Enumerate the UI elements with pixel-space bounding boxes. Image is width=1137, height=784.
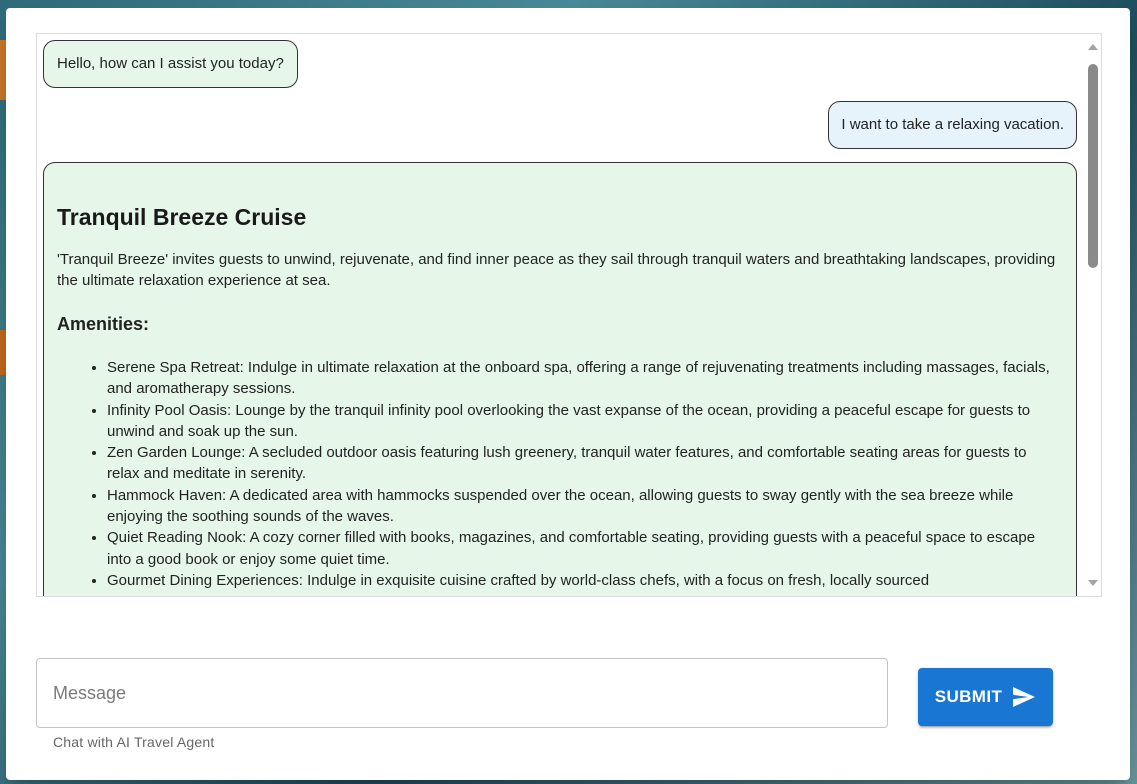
amenity-item: Zen Garden Lounge: A secluded outdoor oa… bbox=[107, 442, 1063, 485]
message-helper-text: Chat with AI Travel Agent bbox=[53, 734, 215, 750]
scroll-down-arrow-icon[interactable] bbox=[1088, 580, 1098, 586]
scroll-up-arrow-icon[interactable] bbox=[1088, 44, 1098, 50]
submit-button[interactable]: SUBMIT bbox=[918, 668, 1053, 726]
message-input[interactable] bbox=[37, 659, 887, 727]
assistant-message-text: Hello, how can I assist you today? bbox=[57, 55, 284, 72]
amenity-item: Quiet Reading Nook: A cozy corner filled… bbox=[107, 527, 1063, 570]
card-title: Tranquil Breeze Cruise bbox=[57, 204, 307, 230]
amenities-list: Serene Spa Retreat: Indulge in ultimate … bbox=[57, 357, 1063, 591]
amenities-heading: Amenities: bbox=[57, 314, 150, 334]
user-message-text: I want to take a relaxing vacation. bbox=[841, 116, 1064, 133]
card-description: 'Tranquil Breeze' invites guests to unwi… bbox=[57, 251, 1056, 289]
submit-button-label: SUBMIT bbox=[934, 687, 1003, 706]
send-icon bbox=[1012, 686, 1036, 708]
amenity-item: Hammock Haven: A dedicated area with ham… bbox=[107, 485, 1063, 528]
user-message-bubble: I want to take a relaxing vacation. bbox=[828, 101, 1077, 149]
chat-scrollbar[interactable] bbox=[1085, 34, 1101, 596]
chat-history: Hello, how can I assist you today? I wan… bbox=[36, 33, 1102, 597]
amenity-item: Gourmet Dining Experiences: Indulge in e… bbox=[107, 570, 1063, 591]
assistant-message-bubble: Hello, how can I assist you today? bbox=[43, 40, 298, 88]
amenity-item: Serene Spa Retreat: Indulge in ultimate … bbox=[107, 357, 1063, 400]
chat-scroll-content: Hello, how can I assist you today? I wan… bbox=[37, 34, 1085, 596]
chat-dialog: Hello, how can I assist you today? I wan… bbox=[6, 8, 1130, 780]
message-field[interactable] bbox=[36, 658, 888, 728]
scrollbar-thumb[interactable] bbox=[1088, 64, 1098, 268]
assistant-recommendation-card: Tranquil Breeze Cruise 'Tranquil Breeze'… bbox=[43, 162, 1077, 596]
amenity-item: Infinity Pool Oasis: Lounge by the tranq… bbox=[107, 400, 1063, 443]
